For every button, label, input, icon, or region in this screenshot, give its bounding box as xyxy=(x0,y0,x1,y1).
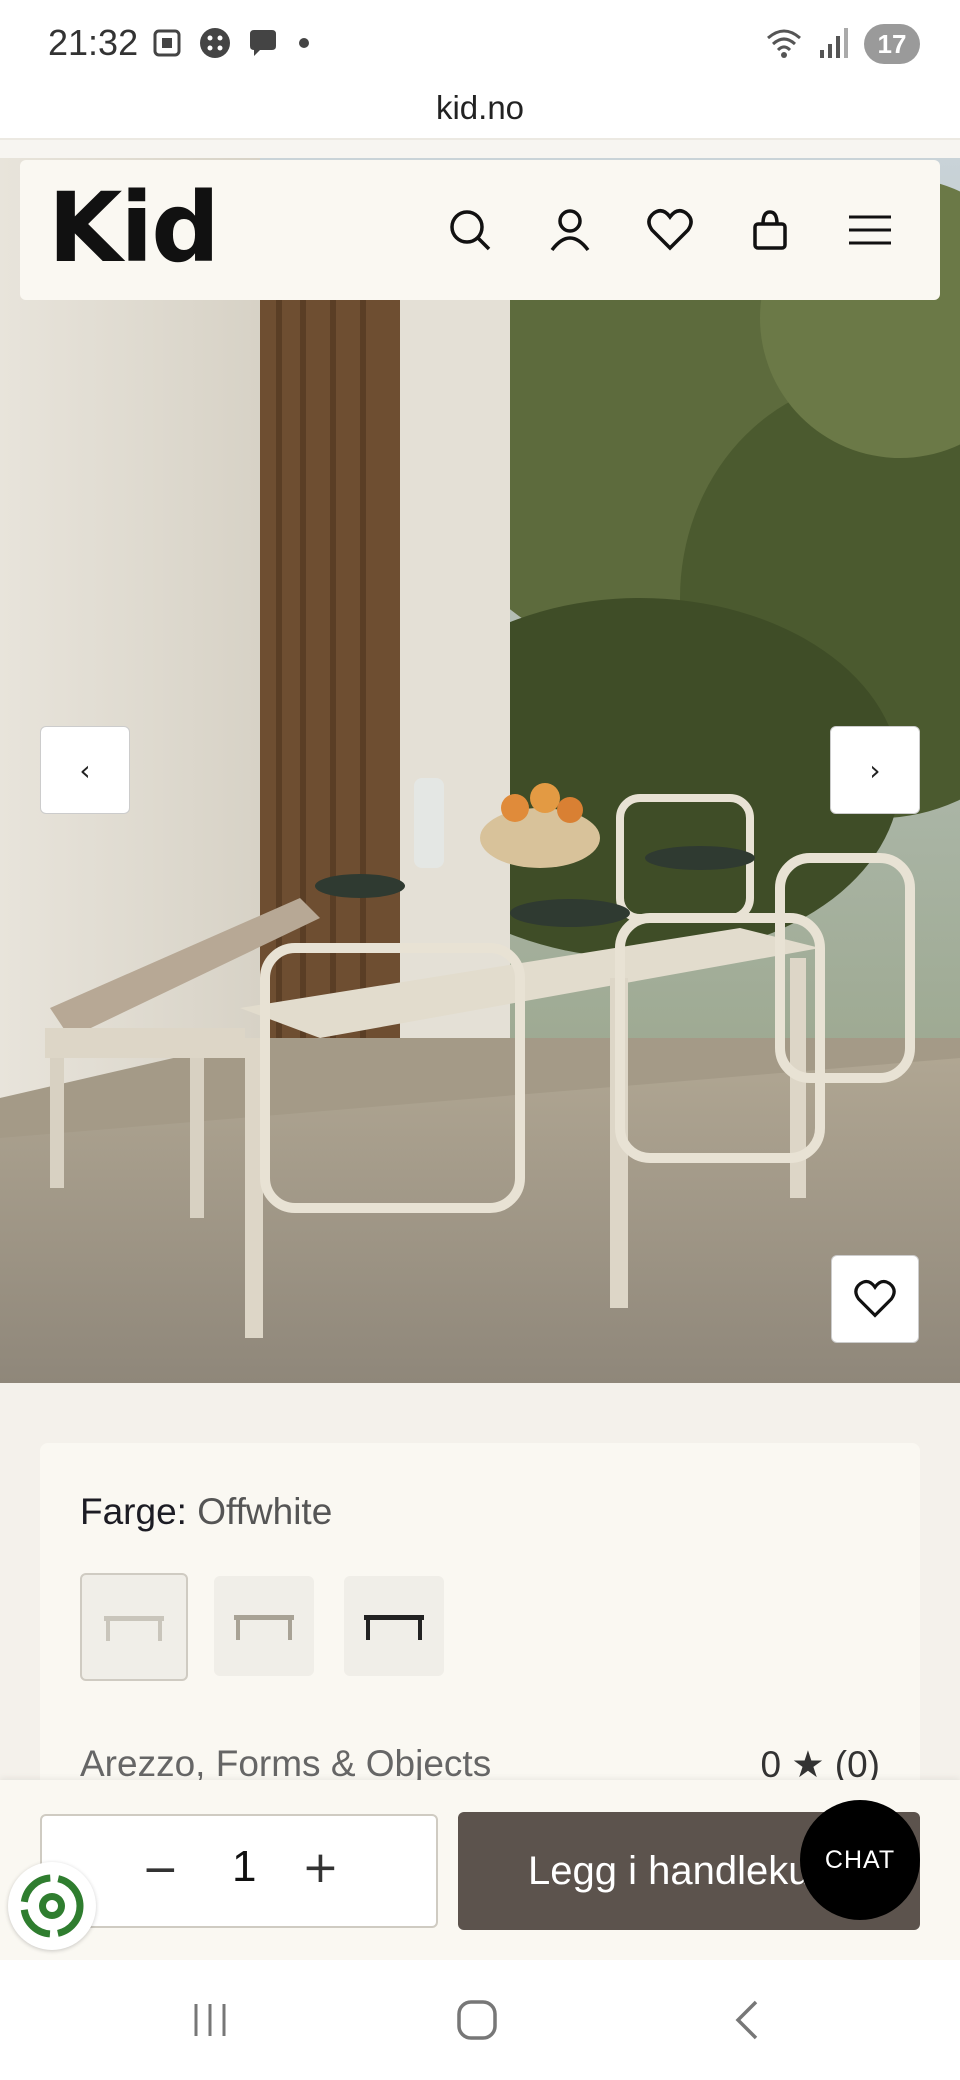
search-icon[interactable] xyxy=(445,205,495,255)
product-name: Arezzo, Forms & Objects xyxy=(80,1743,492,1784)
table-thumbnail-icon xyxy=(364,1615,424,1640)
kid-logo[interactable]: Kid xyxy=(48,178,220,278)
status-time: 21:32 xyxy=(48,22,139,63)
account-icon[interactable] xyxy=(545,205,595,255)
swatch-beige[interactable] xyxy=(214,1576,314,1676)
table-thumbnail-icon xyxy=(104,1616,164,1641)
chat-notification-icon xyxy=(250,30,276,56)
heart-icon xyxy=(854,1279,896,1318)
home-icon xyxy=(457,2000,497,2040)
battery-icon: 17 xyxy=(864,24,920,64)
status-icons-right: 17 xyxy=(764,24,920,64)
wifi-icon xyxy=(767,29,801,58)
swatch-offwhite[interactable] xyxy=(80,1573,188,1681)
color-selection-label: Farge: Offwhite xyxy=(80,1491,332,1533)
menu-icon[interactable] xyxy=(845,205,895,255)
chevron-left-icon: ‹ xyxy=(79,753,91,787)
cart-icon[interactable] xyxy=(745,205,795,255)
recycle-icon xyxy=(20,1874,84,1938)
color-label: Farge: xyxy=(80,1491,187,1532)
eco-badge[interactable] xyxy=(8,1862,96,1950)
chevron-right-icon: › xyxy=(869,753,881,787)
url-divider xyxy=(0,138,960,158)
app-icon xyxy=(200,28,230,58)
carousel-next-button[interactable]: › xyxy=(830,726,920,814)
chat-button[interactable]: CHAT xyxy=(800,1800,920,1920)
back-button[interactable] xyxy=(707,1990,787,2050)
dot-icon xyxy=(299,38,309,48)
back-icon xyxy=(735,2000,758,2040)
table-thumbnail-icon xyxy=(234,1615,294,1640)
status-icons-left xyxy=(150,26,314,60)
system-nav-bar xyxy=(0,1960,960,2080)
quantity-decrease-button[interactable]: − xyxy=(142,1844,179,1895)
color-value: Offwhite xyxy=(197,1491,333,1532)
add-to-wishlist-button[interactable] xyxy=(831,1255,919,1343)
site-header: Kid xyxy=(20,160,940,300)
signal-icon xyxy=(820,28,848,58)
quantity-value[interactable]: 1 xyxy=(232,1842,256,1892)
product-hero-image[interactable] xyxy=(0,158,960,1383)
screenshot-icon xyxy=(153,29,181,57)
recent-apps-button[interactable] xyxy=(170,1990,250,2050)
status-bar: 21:32 17 xyxy=(0,0,960,88)
home-button[interactable] xyxy=(437,1990,517,2050)
swatch-black[interactable] xyxy=(344,1576,444,1676)
url-text: kid.no xyxy=(435,89,525,126)
address-bar[interactable]: kid.no xyxy=(0,88,960,138)
hero-photo xyxy=(0,158,960,1383)
carousel-prev-button[interactable]: ‹ xyxy=(40,726,130,814)
wishlist-icon[interactable] xyxy=(645,205,695,255)
quantity-increase-button[interactable]: + xyxy=(302,1842,339,1893)
quantity-stepper: − 1 + xyxy=(40,1814,438,1928)
recent-apps-icon xyxy=(194,2004,226,2036)
